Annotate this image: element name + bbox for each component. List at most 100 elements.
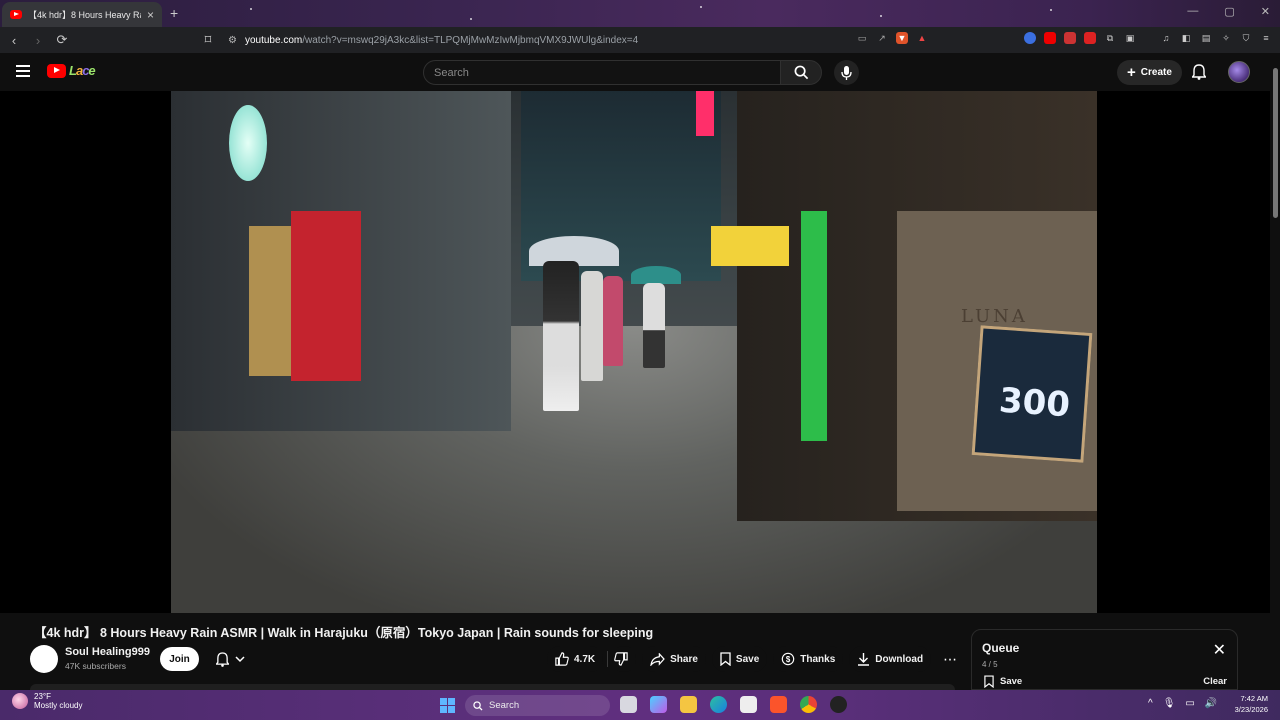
download-button[interactable]: Download: [849, 646, 932, 672]
scrollbar-thumb[interactable]: [1273, 68, 1278, 218]
queue-save-button[interactable]: Save: [984, 675, 1022, 688]
taskbar-clock[interactable]: 7:42 AM 3/23/2026: [1222, 693, 1268, 715]
queue-close-icon[interactable]: ✕: [1213, 643, 1226, 659]
account-avatar[interactable]: [1228, 61, 1250, 83]
maximize-icon[interactable]: ▢: [1224, 5, 1234, 18]
weather-temperature: 23°F: [34, 692, 51, 701]
github-icon[interactable]: [830, 696, 847, 713]
dislike-button[interactable]: [612, 646, 637, 672]
copilot-icon[interactable]: [650, 696, 667, 713]
leo-ai-icon[interactable]: ✧: [1220, 32, 1232, 44]
brave-shield-icon[interactable]: ▼: [896, 32, 908, 44]
share-page-icon[interactable]: ↗: [876, 32, 888, 44]
tray-volume-icon[interactable]: 🔊: [1205, 698, 1217, 709]
window-close-icon[interactable]: ✕: [1261, 5, 1270, 18]
video-pedestrian: [603, 276, 623, 366]
join-button[interactable]: Join: [160, 647, 199, 671]
windows-taskbar: 23°F Mostly cloudy Search ^ 🎙 ▭ 🔊 7:42 A…: [0, 690, 1280, 720]
queue-clear-button[interactable]: Clear: [1203, 676, 1227, 687]
subscriber-count: 47K subscribers: [65, 661, 126, 671]
like-button[interactable]: 4.7K: [547, 646, 604, 672]
url-text[interactable]: youtube.com/watch?v=mswq29jA3kc&list=TLP…: [245, 35, 638, 46]
video-neon-green: [801, 211, 827, 441]
chrome-browser-icon[interactable]: [800, 696, 817, 713]
thumbs-down-icon: [614, 652, 628, 666]
share-icon: [650, 652, 665, 666]
browser-tab-active[interactable]: 【4k hdr】8 Hours Heavy Rain ×: [2, 2, 162, 27]
tray-microphone-icon[interactable]: 🎙: [1163, 698, 1176, 709]
queue-bookmark-icon: [984, 675, 994, 688]
sidebar-icon[interactable]: ◧: [1180, 32, 1192, 44]
thanks-dollar-icon: $: [782, 652, 795, 666]
media-music-icon[interactable]: ♫: [1160, 32, 1172, 44]
extensions-row: ▭ ↗ ▼ ▲ ⧉ ▣ ♫ ◧ ▤ ✧ ⛉ ≡: [856, 32, 1272, 44]
vpn-icon[interactable]: ⛉: [1240, 32, 1252, 44]
bell-icon: [215, 651, 229, 667]
brave-browser-icon[interactable]: [770, 696, 787, 713]
video-banner: [249, 226, 293, 376]
microsoft-store-icon[interactable]: [740, 696, 757, 713]
save-button[interactable]: Save: [711, 646, 768, 672]
video-player[interactable]: LUNA 300: [0, 91, 1270, 613]
site-info-icon[interactable]: ⚙: [228, 35, 237, 46]
queue-panel: Queue 4 / 5 ✕ Save Clear: [971, 629, 1238, 690]
edge-browser-icon[interactable]: [710, 696, 727, 713]
windows-start-icon[interactable]: [440, 698, 455, 713]
tray-network-icon[interactable]: ▭: [1185, 698, 1194, 709]
video-neon-yellow: [711, 226, 789, 266]
weather-widget[interactable]: 23°F Mostly cloudy: [12, 692, 82, 710]
guide-menu-icon[interactable]: [16, 65, 30, 77]
tray-overflow-icon[interactable]: ^: [1148, 698, 1153, 709]
extension-box-icon[interactable]: ▣: [1124, 32, 1136, 44]
channel-name[interactable]: Soul Healing999: [65, 646, 150, 658]
search-box[interactable]: [423, 60, 781, 85]
create-button[interactable]: + Create: [1117, 60, 1182, 85]
video-actions: 4.7K Share Save $ Thanks Download ⋯: [547, 646, 963, 672]
like-dislike-group: 4.7K: [547, 646, 637, 672]
extensions-puzzle-icon[interactable]: ⧉: [1104, 32, 1116, 44]
like-separator: [607, 651, 609, 667]
search-button[interactable]: [780, 60, 822, 85]
youtube-play-icon: [47, 63, 66, 78]
new-tab-icon[interactable]: +: [170, 5, 178, 21]
search-input[interactable]: [434, 66, 780, 79]
tab-close-icon[interactable]: ×: [147, 8, 154, 22]
voice-search-button[interactable]: [834, 60, 859, 85]
back-icon[interactable]: ‹: [4, 33, 24, 48]
video-sign-number: 300: [997, 380, 1072, 426]
video-luna-sign: LUNA: [961, 306, 1028, 327]
browser-tab-strip: 【4k hdr】8 Hours Heavy Rain × + — ▢ ✕: [0, 0, 1280, 27]
extension-red-icon[interactable]: [1064, 32, 1076, 44]
cast-icon[interactable]: ▭: [856, 32, 868, 44]
video-frame[interactable]: LUNA 300: [171, 91, 1097, 613]
taskbar-search[interactable]: Search: [465, 695, 610, 716]
extension-blue-icon[interactable]: [1024, 32, 1036, 44]
reload-icon[interactable]: ⟳: [52, 32, 72, 48]
thanks-button[interactable]: $ Thanks: [773, 646, 844, 672]
window-controls: — ▢ ✕: [1187, 5, 1270, 18]
task-view-icon[interactable]: [620, 696, 637, 713]
extension-yt-icon[interactable]: [1084, 32, 1096, 44]
bookmark-icon[interactable]: ⌑: [198, 32, 218, 48]
notification-settings-button[interactable]: [208, 647, 252, 671]
file-explorer-icon[interactable]: [680, 696, 697, 713]
search-icon: [794, 65, 808, 80]
video-lantern: [229, 105, 267, 181]
brave-rewards-icon[interactable]: ▲: [916, 32, 928, 44]
video-title: 【4k hdr】 8 Hours Heavy Rain ASMR | Walk …: [34, 626, 654, 640]
wallet-icon[interactable]: ▤: [1200, 32, 1212, 44]
menu-icon[interactable]: ≡: [1260, 32, 1272, 44]
extension-youtube-icon[interactable]: [1044, 32, 1056, 44]
save-label: Save: [735, 653, 760, 665]
page-scrollbar[interactable]: [1270, 53, 1280, 690]
taskbar-search-icon: [473, 700, 483, 711]
more-actions-icon[interactable]: ⋯: [937, 646, 963, 672]
minimize-icon[interactable]: —: [1187, 5, 1198, 18]
channel-avatar[interactable]: [30, 645, 58, 673]
share-button[interactable]: Share: [642, 646, 706, 672]
weather-condition: Mostly cloudy: [34, 701, 83, 710]
bookmark-save-icon: [720, 652, 731, 666]
youtube-logo[interactable]: Lace: [47, 63, 96, 78]
forward-icon[interactable]: ›: [28, 33, 48, 48]
notifications-bell-icon[interactable]: [1192, 64, 1206, 80]
